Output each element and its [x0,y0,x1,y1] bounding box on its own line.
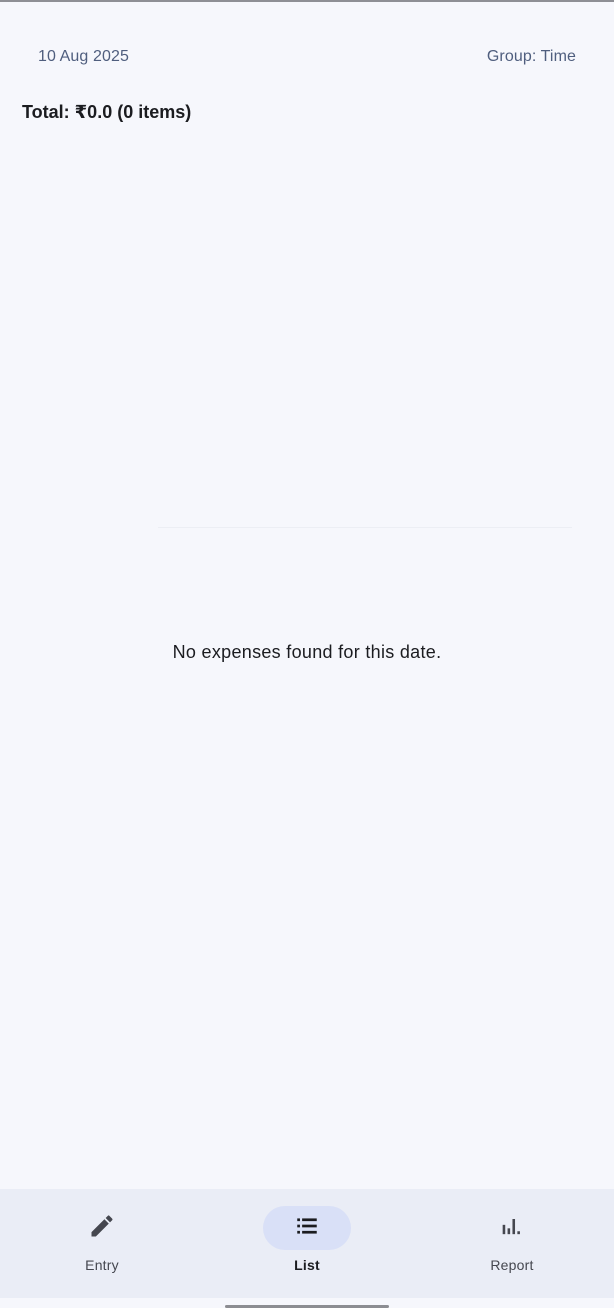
nav-item-report[interactable]: Report [410,1189,614,1298]
nav-label-report: Report [490,1257,534,1273]
group-label: Group: Time [486,48,576,65]
total-summary: Total: ₹0.0 (0 items) [22,102,192,122]
nav-pill-entry [58,1206,146,1250]
pencil-icon [88,1212,116,1245]
list-icon [294,1213,320,1244]
nav-label-list: List [294,1257,320,1273]
status-bar-divider [0,0,614,2]
nav-pill-list-selected [263,1206,351,1250]
group-by-button[interactable]: Group: Time [475,44,588,70]
nav-item-entry[interactable]: Entry [0,1189,204,1298]
header-row: 10 Aug 2025 Group: Time [0,44,614,70]
bar-chart-icon [498,1212,526,1245]
nav-item-list[interactable]: List [205,1189,409,1298]
nav-label-entry: Entry [85,1257,119,1273]
nav-pill-report [468,1206,556,1250]
bottom-navigation-bar: Entry List Report [0,1189,614,1298]
date-label: 10 Aug 2025 [38,48,129,65]
divider [158,527,572,528]
date-picker-button[interactable]: 10 Aug 2025 [26,44,141,70]
empty-state-message: No expenses found for this date. [172,642,442,662]
